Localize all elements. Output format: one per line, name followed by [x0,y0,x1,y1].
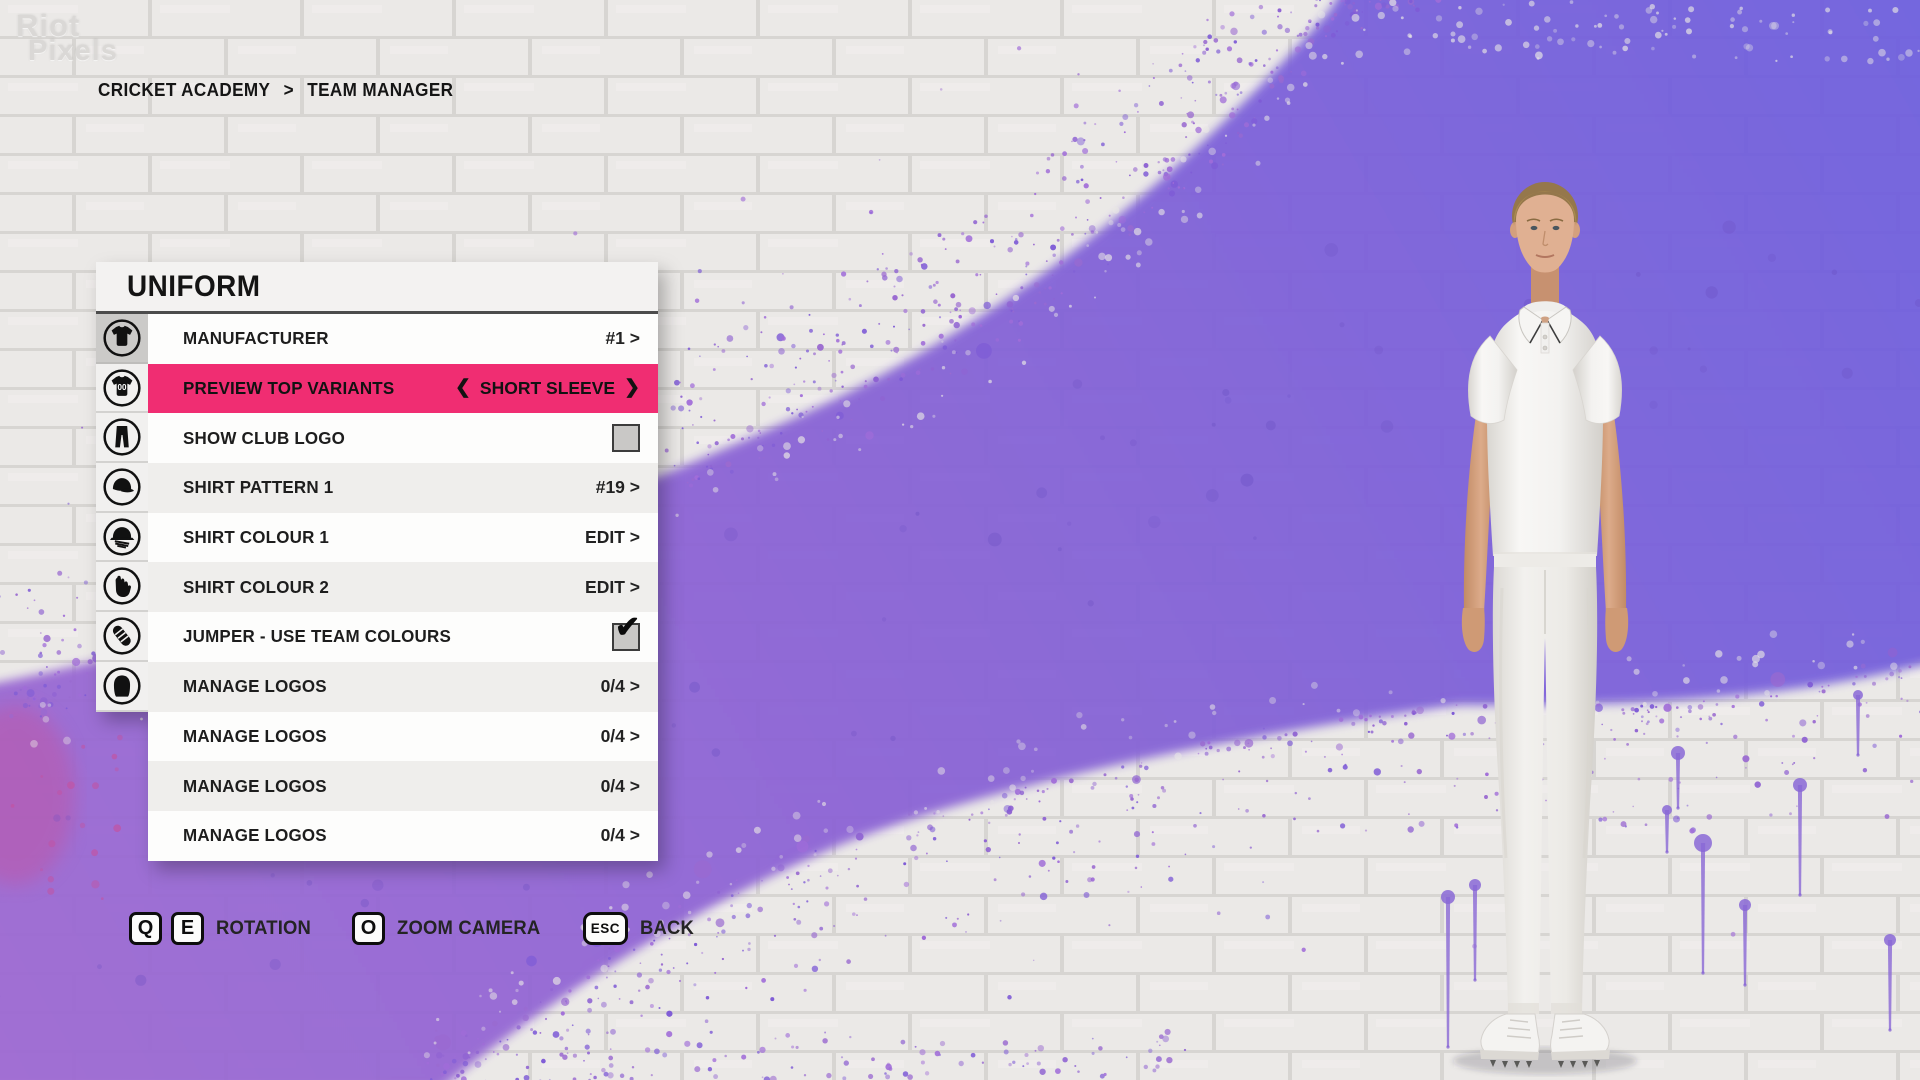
menu-row-show-club-logo[interactable]: SHOW CLUB LOGO [148,413,658,463]
breadcrumb-page: TEAM MANAGER [307,80,453,101]
breadcrumb-separator-icon: > [284,80,294,101]
key-q-icon[interactable]: Q [129,912,162,945]
checkbox-unchecked[interactable] [612,424,640,452]
checkbox-checked[interactable]: ✔ [612,623,640,651]
character-model [1420,158,1720,1080]
character-head [1510,182,1580,273]
pad-icon [102,616,142,656]
sidebar-tab-cap[interactable] [96,463,148,513]
uniform-panel: UNIFORM 00 MANUFACTURER #1 > PREVIEW TOP V… [96,262,658,861]
control-label: BACK [640,918,694,940]
row-value: 0/4 > [601,825,640,846]
shirt-front-icon [102,318,142,358]
sidebar-tab-batting-helmet[interactable] [96,513,148,563]
menu-row-manage-logos-2[interactable]: MANAGE LOGOS 0/4 > [148,712,658,762]
control-hint-zoom-camera: O ZOOM CAMERA [352,912,545,945]
key-esc-icon[interactable]: ESC [583,912,628,945]
row-label: MANAGE LOGOS [183,776,327,797]
sidebar-tab-shirt-back-number[interactable]: 00 [96,364,148,414]
key-e-icon[interactable]: E [171,912,204,945]
row-value: EDIT > [585,527,640,548]
key-o-icon[interactable]: O [352,912,385,945]
row-value: 0/4 > [601,676,640,697]
breadcrumb: CRICKET ACADEMY > TEAM MANAGER [98,80,453,101]
row-label: SHIRT COLOUR 2 [183,577,329,598]
control-hint-back: ESC BACK [583,912,696,945]
row-label: SHOW CLUB LOGO [183,428,345,449]
watermark-line2: Pixels [28,37,118,66]
uniform-panel-header: UNIFORM [96,262,658,314]
row-label: MANAGE LOGOS [183,825,327,846]
batting-helmet-icon [102,517,142,557]
panel-title: UNIFORM [127,270,260,304]
checkmark-icon: ✔ [615,613,640,643]
character-trousers [1493,554,1597,1014]
control-hint-rotation: QE ROTATION [129,912,314,945]
menu-row-manage-logos-4[interactable]: MANAGE LOGOS 0/4 > [148,811,658,861]
row-value: #19 > [596,477,640,498]
row-value: #1 > [605,328,640,349]
menu-row-shirt-pattern-1[interactable]: SHIRT PATTERN 1 #19 > [148,463,658,513]
menu-row-manufacturer[interactable]: MANUFACTURER #1 > [148,314,658,364]
svg-text:00: 00 [118,382,127,391]
menu-row-shirt-colour-1[interactable]: SHIRT COLOUR 1 EDIT > [148,513,658,563]
row-value: EDIT > [585,577,640,598]
control-label: ROTATION [216,918,311,940]
menu-row-shirt-colour-2[interactable]: SHIRT COLOUR 2 EDIT > [148,562,658,612]
glove-icon [102,566,142,606]
headwear-icon [102,666,142,706]
trousers-icon [102,417,142,457]
row-label: MANAGE LOGOS [183,726,327,747]
row-value: 0/4 > [601,776,640,797]
row-value: 0/4 > [601,726,640,747]
breadcrumb-section: CRICKET ACADEMY [98,80,270,101]
menu-row-manage-logos-3[interactable]: MANAGE LOGOS 0/4 > [148,761,658,811]
row-label: MANAGE LOGOS [183,676,327,697]
menu-row-manage-logos-1[interactable]: MANAGE LOGOS 0/4 > [148,662,658,712]
row-label: SHIRT COLOUR 1 [183,527,329,548]
menu-row-jumper-use-team-colours[interactable]: JUMPER - USE TEAM COLOURS ✔ [148,612,658,662]
sidebar-tab-glove[interactable] [96,562,148,612]
sidebar-tab-shirt-front[interactable] [96,314,148,364]
uniform-options-list: MANUFACTURER #1 > PREVIEW TOP VARIANTS ❮ SHO… [148,314,658,861]
kit-category-sidebar: 00 [96,314,148,712]
sidebar-tab-trousers[interactable] [96,413,148,463]
row-label: JUMPER - USE TEAM COLOURS [183,626,451,647]
row-label: PREVIEW TOP VARIANTS [183,378,394,399]
chevron-right-icon[interactable]: ❯ [624,376,640,399]
sidebar-tab-pad[interactable] [96,612,148,662]
watermark: Riot Pixels [16,10,118,66]
screen: { "watermark": { "line1": "Riot", "line2… [0,0,1920,1080]
controls-bar: QE ROTATION O ZOOM CAMERA ESC BACK [129,912,696,945]
cap-icon [102,467,142,507]
chevron-left-icon[interactable]: ❮ [455,376,471,399]
control-label: ZOOM CAMERA [397,918,540,940]
variant-chooser: ❮ SHORT SLEEVE ❯ [455,377,640,400]
chooser-value: SHORT SLEEVE [480,378,615,399]
row-label: SHIRT PATTERN 1 [183,477,333,498]
menu-row-preview-top-variants[interactable]: PREVIEW TOP VARIANTS ❮ SHORT SLEEVE ❯ [148,364,658,414]
row-label: MANUFACTURER [183,328,329,349]
uniform-panel-body: 00 MANUFACTURER #1 > PREVIEW TOP VARIANTS ❮… [96,314,658,861]
shirt-back-number-icon: 00 [102,368,142,408]
character-shirt [1468,301,1621,556]
sidebar-tab-headwear[interactable] [96,662,148,712]
